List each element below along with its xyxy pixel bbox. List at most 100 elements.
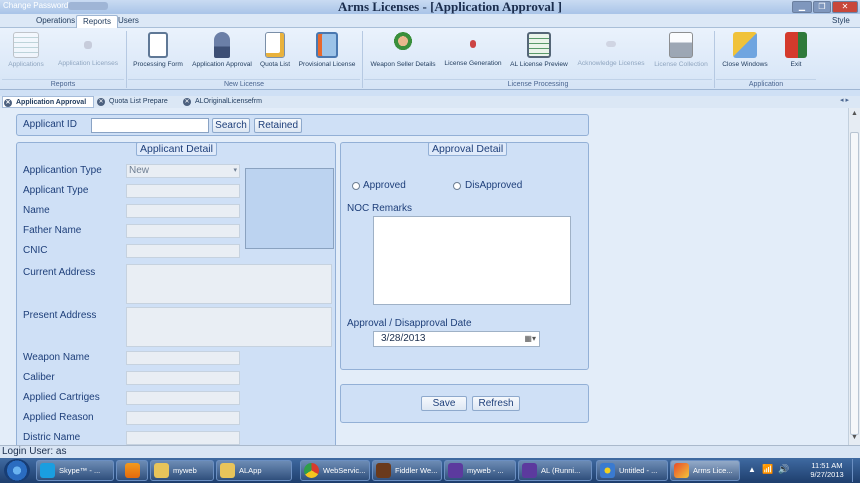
- taskbar-item-skype[interactable]: Skype™ - ...: [36, 460, 114, 481]
- present-address-field[interactable]: [126, 307, 332, 347]
- applicant-type-field[interactable]: [126, 184, 240, 198]
- printer-icon: [669, 32, 693, 58]
- calendar-icon[interactable]: ▦▾: [524, 332, 536, 346]
- approval-date-picker[interactable]: 3/28/2013 ▦▾: [373, 331, 540, 347]
- start-button[interactable]: [4, 459, 30, 482]
- weapon-name-field[interactable]: [126, 351, 240, 365]
- document-tabs: ✕ Application Approval ✕ Quota List Prep…: [0, 96, 860, 108]
- label-applied-reason: Applied Reason: [23, 412, 94, 423]
- minimize-button[interactable]: ▁: [792, 1, 812, 13]
- vertical-scrollbar[interactable]: ▲ ▼: [848, 108, 860, 445]
- caliber-field[interactable]: [126, 371, 240, 385]
- group-new-license: New License: [128, 79, 360, 89]
- network-icon[interactable]: 📶: [762, 464, 773, 475]
- tab-operations[interactable]: Operations: [30, 15, 81, 28]
- taskbar-item-al-running[interactable]: AL (Runni...: [518, 460, 592, 481]
- taskbar-item-vlc[interactable]: [116, 460, 148, 481]
- provisional-license-button[interactable]: Provisional License: [295, 31, 359, 77]
- volume-icon[interactable]: 🔊: [778, 464, 789, 475]
- weapon-seller-details-button[interactable]: Weapon Seller Details: [366, 31, 440, 77]
- license-collection-button[interactable]: License Collection: [650, 31, 712, 77]
- applicant-id-input[interactable]: [91, 118, 209, 133]
- father-name-field[interactable]: [126, 224, 240, 238]
- al-license-preview-button[interactable]: AL License Preview: [506, 31, 572, 77]
- name-field[interactable]: [126, 204, 240, 218]
- disapproved-radio[interactable]: [453, 182, 461, 190]
- preview-icon: [527, 32, 551, 58]
- distric-name-field[interactable]: [126, 431, 240, 445]
- taskbar-item-fiddler[interactable]: Fiddler We...: [372, 460, 442, 481]
- applied-cartriges-field[interactable]: [126, 391, 240, 405]
- scroll-up-icon[interactable]: ▲: [851, 110, 858, 117]
- form-icon: [148, 32, 168, 58]
- taskbar-item-chrome[interactable]: WebServic...: [300, 460, 370, 481]
- applied-reason-field[interactable]: [126, 411, 240, 425]
- application-type-select[interactable]: New ▾: [126, 164, 240, 178]
- scroll-down-icon[interactable]: ▼: [851, 434, 858, 441]
- tab-users[interactable]: Users: [112, 15, 145, 28]
- close-tab-icon[interactable]: ✕: [97, 98, 105, 106]
- taskbar: Skype™ - ... myweb ALApp WebServic... Fi…: [0, 458, 860, 483]
- ribbon: Applications Application Licenses Proces…: [0, 28, 860, 90]
- applicant-id-label: Applicant ID: [23, 119, 77, 130]
- blurred-username: [68, 2, 108, 10]
- chrome-icon: [304, 463, 319, 478]
- doc-tab-quota-list-prepare[interactable]: ✕ Quota List Prepare: [96, 96, 180, 108]
- quota-list-button[interactable]: Quota List: [257, 31, 293, 77]
- license-generation-button[interactable]: License Generation: [441, 31, 505, 77]
- folder-icon: [154, 463, 169, 478]
- search-button[interactable]: Search: [212, 118, 250, 133]
- maximize-button[interactable]: ❐: [813, 1, 831, 13]
- login-user-status: Login User: as: [2, 446, 67, 457]
- doc-tab-application-approval[interactable]: ✕ Application Approval: [2, 96, 94, 108]
- paint-icon: [600, 463, 615, 478]
- skype-icon: [40, 463, 55, 478]
- document-icon: [84, 41, 92, 49]
- tray-arrow-icon[interactable]: ▲: [748, 465, 756, 474]
- label-present-address: Present Address: [23, 310, 97, 321]
- application-licenses-button[interactable]: Application Licenses: [52, 31, 124, 77]
- change-password-link[interactable]: Change Password: [3, 1, 68, 10]
- current-address-field[interactable]: [126, 264, 332, 304]
- taskbar-item-alapp-folder[interactable]: ALApp: [216, 460, 292, 481]
- save-button[interactable]: Save: [421, 396, 467, 411]
- acknowledge-licenses-button[interactable]: Acknowledge Licenses: [574, 31, 648, 77]
- application-approval-button[interactable]: Application Approval: [188, 31, 256, 77]
- close-tab-icon[interactable]: ✕: [4, 99, 12, 107]
- approved-radio[interactable]: [352, 182, 360, 190]
- approved-label: Approved: [363, 180, 406, 191]
- close-tab-icon[interactable]: ✕: [183, 98, 191, 106]
- label-cnic: CNIC: [23, 245, 48, 256]
- search-panel: Applicant ID Search Retained: [16, 114, 589, 136]
- show-desktop-button[interactable]: [852, 459, 860, 482]
- retained-button[interactable]: Retained: [254, 118, 302, 133]
- fiddler-icon: [376, 463, 391, 478]
- group-reports: Reports: [2, 79, 124, 89]
- exit-button[interactable]: Exit: [778, 31, 814, 77]
- applications-button[interactable]: Applications: [4, 31, 48, 77]
- taskbar-item-paint[interactable]: Untitled - ...: [596, 460, 668, 481]
- close-window-button[interactable]: ✕: [832, 1, 858, 13]
- noc-remarks-label: NOC Remarks: [347, 203, 413, 214]
- noc-remarks-textarea[interactable]: [373, 216, 571, 305]
- style-menu[interactable]: Style: [826, 15, 856, 28]
- close-windows-button[interactable]: Close Windows: [718, 31, 772, 77]
- taskbar-item-arms-licenses[interactable]: Arms Lice...: [670, 460, 740, 481]
- refresh-button[interactable]: Refresh: [472, 396, 520, 411]
- cnic-field[interactable]: [126, 244, 240, 258]
- group-license-processing: License Processing: [364, 79, 712, 89]
- processing-form-button[interactable]: Processing Form: [128, 31, 188, 77]
- form-content: Applicant ID Search Retained Applicant D…: [0, 108, 848, 445]
- taskbar-item-myweb-folder[interactable]: myweb: [150, 460, 214, 481]
- approval-detail-title: Approval Detail: [428, 142, 508, 156]
- visual-studio-icon: [522, 463, 537, 478]
- doc-tab-al-original-license[interactable]: ✕ ALOriginalLicensefrm: [182, 96, 274, 108]
- label-applied-cartriges: Applied Cartriges: [23, 392, 100, 403]
- taskbar-item-myweb-vs[interactable]: myweb - ...: [444, 460, 516, 481]
- scrollbar-thumb[interactable]: [850, 132, 859, 435]
- clock[interactable]: 11:51 AM 9/27/2013: [805, 461, 849, 479]
- tab-scroll-arrows-icon[interactable]: ◂ ▸: [840, 96, 849, 104]
- label-name: Name: [23, 205, 50, 216]
- stamp-icon: [214, 32, 230, 58]
- applicant-photo: [245, 168, 334, 249]
